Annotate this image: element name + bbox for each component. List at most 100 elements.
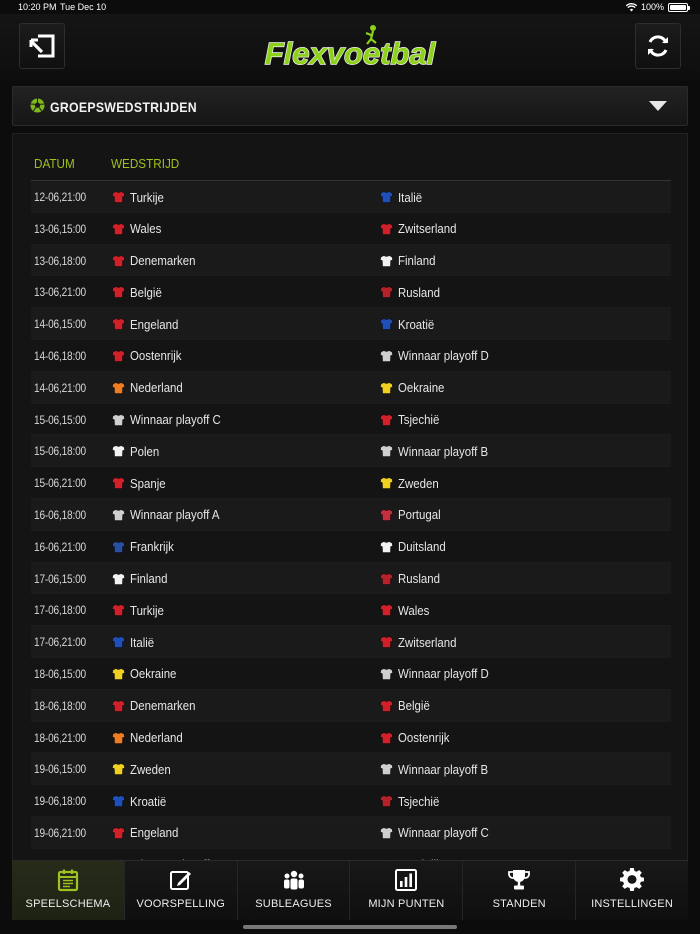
- match-row[interactable]: 18-06,18:00 Denemarken België: [31, 689, 671, 722]
- match-row[interactable]: 17-06,18:00 Turkije Wales: [31, 594, 671, 627]
- match-row[interactable]: 19-06,21:00 Engeland Winnaar playoff C: [31, 816, 671, 849]
- schedule-panel[interactable]: DATUM WEDSTRIJD 12-06,21:00 Turkije Italië…: [12, 133, 688, 863]
- wifi-icon: [625, 2, 637, 11]
- tab-voorspelling[interactable]: VOORSPELLING: [124, 861, 238, 920]
- match-date: 13-06,15:00: [34, 221, 86, 236]
- tab-label: MIJN PUNTEN: [368, 898, 445, 910]
- away-team-name: Oekraine: [398, 380, 445, 396]
- home-team-name: Spanje: [130, 475, 166, 491]
- match-row[interactable]: 12-06,21:00 Turkije Italië: [31, 181, 671, 213]
- match-row[interactable]: 16-06,18:00 Winnaar playoff A Portugal: [31, 498, 671, 531]
- match-row[interactable]: 13-06,18:00 Denemarken Finland: [31, 244, 671, 277]
- home-shirt-icon: [112, 668, 125, 680]
- away-team: Italië: [380, 189, 425, 205]
- match-date: 18-06,18:00: [34, 698, 86, 713]
- away-team: Winnaar playoff B: [380, 443, 500, 459]
- tab-label: INSTELLINGEN: [591, 898, 673, 910]
- away-team-name: Winnaar playoff D: [398, 348, 489, 364]
- away-shirt-icon: [380, 223, 393, 235]
- home-team-name: Winnaar playoff A: [130, 507, 220, 523]
- away-team-name: Rusland: [398, 284, 440, 300]
- match-list: 12-06,21:00 Turkije Italië 13-06,15:00 Wales…: [31, 181, 671, 862]
- away-team-name: Tsjechië: [398, 793, 440, 809]
- tab-instellingen[interactable]: INSTELLINGEN: [576, 861, 688, 920]
- home-shirt-icon: [112, 636, 125, 648]
- match-row[interactable]: 14-06,18:00 Oostenrijk Winnaar playoff D: [31, 340, 671, 372]
- home-team-name: Nederland: [130, 730, 183, 746]
- status-date: Tue Dec 10: [60, 2, 107, 12]
- tab-standen[interactable]: STANDEN: [463, 861, 577, 920]
- match-row[interactable]: 15-06,21:00 Spanje Zweden: [31, 467, 671, 499]
- match-date: 17-06,21:00: [34, 635, 86, 650]
- status-time: 10:20 PM: [18, 2, 57, 12]
- match-row[interactable]: 14-06,21:00 Nederland Oekraine: [31, 371, 671, 404]
- match-row[interactable]: 19-06,15:00 Zweden Winnaar playoff B: [31, 753, 671, 786]
- match-row[interactable]: 13-06,15:00 Wales Zwitserland: [31, 213, 671, 245]
- match-row[interactable]: 17-06,15:00 Finland Rusland: [31, 562, 671, 595]
- match-date: 19-06,21:00: [34, 825, 86, 840]
- tab-label: SPEELSCHEMA: [25, 898, 111, 910]
- home-team: Kroatië: [112, 793, 171, 809]
- home-team: Zweden: [112, 761, 176, 777]
- group-matches-dropdown[interactable]: GROEPSWEDSTRIJDEN: [12, 86, 688, 126]
- home-team-name: Engeland: [130, 825, 179, 841]
- match-date: 14-06,18:00: [34, 348, 86, 363]
- home-team-name: Turkije: [130, 602, 164, 618]
- match-date: 15-06,21:00: [34, 476, 86, 491]
- match-row[interactable]: 18-06,15:00 Oekraine Winnaar playoff D: [31, 658, 671, 690]
- home-team-name: Finland: [130, 571, 168, 587]
- tab-mijn-punten[interactable]: MIJN PUNTEN: [350, 861, 464, 920]
- home-team: Frankrijk: [112, 539, 180, 555]
- home-shirt-icon: [112, 827, 125, 839]
- chevron-down-icon[interactable]: [649, 101, 667, 111]
- home-shirt-icon: [112, 509, 125, 521]
- home-team: Oekraine: [112, 666, 183, 682]
- away-team: Rusland: [380, 571, 446, 587]
- away-team: Tsjechië: [380, 793, 445, 809]
- match-row[interactable]: 14-06,15:00 Engeland Kroatië: [31, 308, 671, 340]
- home-team-name: Denemarken: [130, 698, 196, 714]
- status-right: 100%: [625, 2, 690, 12]
- match-row[interactable]: 16-06,21:00 Frankrijk Duitsland: [31, 531, 671, 563]
- away-team-name: Finland: [398, 253, 436, 269]
- away-team-name: Duitsland: [398, 539, 446, 555]
- match-date: 19-06,15:00: [34, 762, 86, 777]
- home-shirt-icon: [112, 350, 125, 362]
- home-team-name: Denemarken: [130, 253, 196, 269]
- edit-icon: [169, 868, 193, 892]
- match-row[interactable]: 19-06,18:00 Kroatië Tsjechië: [31, 785, 671, 817]
- match-date: 17-06,18:00: [34, 603, 86, 618]
- tab-subleagues[interactable]: SUBLEAGUES: [237, 861, 351, 920]
- logo-text: Flexvoetbal: [265, 36, 437, 71]
- match-row[interactable]: 18-06,21:00 Nederland Oostenrijk: [31, 722, 671, 754]
- away-shirt-icon: [380, 636, 393, 648]
- match-date: 12-06,21:00: [34, 190, 86, 204]
- column-header-match: WEDSTRIJD: [111, 156, 180, 171]
- column-header-date: DATUM: [34, 156, 75, 171]
- back-button[interactable]: [19, 23, 65, 69]
- match-date: 14-06,15:00: [34, 317, 86, 332]
- section-title: GROEPSWEDSTRIJDEN: [50, 99, 197, 115]
- gear-icon: [620, 867, 645, 892]
- away-team-name: Rusland: [398, 571, 440, 587]
- away-shirt-icon: [380, 699, 393, 712]
- away-team: Finland: [380, 253, 441, 269]
- away-shirt-icon: [380, 572, 393, 585]
- match-row[interactable]: 17-06,21:00 Italië Zwitserland: [31, 626, 671, 658]
- home-team-name: Turkije: [130, 189, 164, 205]
- match-date: 16-06,18:00: [34, 507, 86, 522]
- tab-speelschema[interactable]: SPEELSCHEMA: [12, 861, 125, 920]
- home-team-name: Engeland: [130, 316, 179, 332]
- match-row[interactable]: 13-06,21:00 België Rusland: [31, 276, 671, 309]
- match-date: 13-06,18:00: [34, 253, 86, 268]
- refresh-button[interactable]: [635, 23, 681, 69]
- match-row[interactable]: 15-06,18:00 Polen Winnaar playoff B: [31, 435, 671, 468]
- home-indicator: [243, 925, 457, 929]
- match-date: 15-06,18:00: [34, 444, 86, 459]
- away-shirt-icon: [380, 318, 393, 330]
- away-team: Zwitserland: [380, 634, 464, 650]
- away-team: Tsjechië: [380, 412, 445, 428]
- match-date: 14-06,21:00: [34, 380, 86, 395]
- match-row[interactable]: 15-06,15:00 Winnaar playoff C Tsjechië: [31, 404, 671, 436]
- home-shirt-icon: [112, 318, 125, 330]
